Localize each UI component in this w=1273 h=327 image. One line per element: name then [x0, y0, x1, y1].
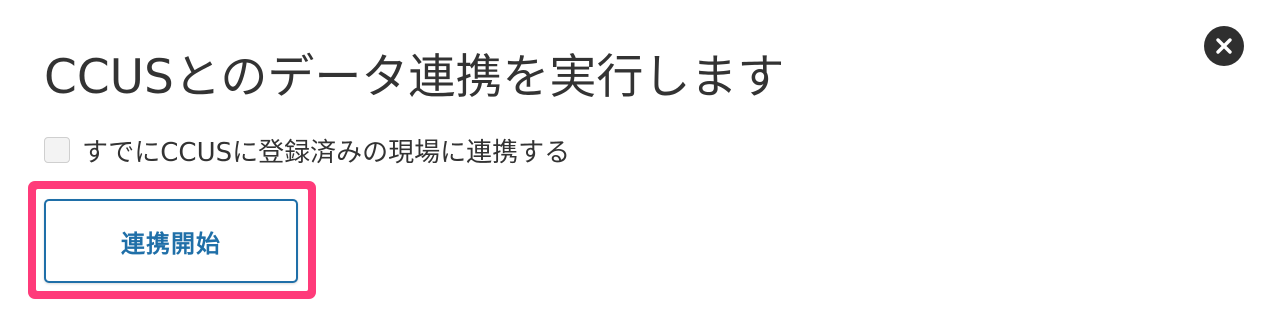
- close-icon: [1216, 38, 1232, 54]
- already-registered-checkbox[interactable]: [44, 137, 70, 163]
- already-registered-option[interactable]: すでにCCUSに登録済みの現場に連携する: [44, 133, 571, 168]
- dialog-title: CCUSとのデータ連携を実行します: [44, 50, 785, 105]
- already-registered-label: すでにCCUSに登録済みの現場に連携する: [82, 137, 571, 168]
- start-sync-button-label: 連携開始: [121, 229, 221, 258]
- start-sync-button[interactable]: 連携開始: [44, 199, 298, 283]
- ccus-sync-dialog: CCUSとのデータ連携を実行します すでにCCUSに登録済みの現場に連携する 連…: [0, 0, 1273, 327]
- close-button[interactable]: [1204, 26, 1244, 66]
